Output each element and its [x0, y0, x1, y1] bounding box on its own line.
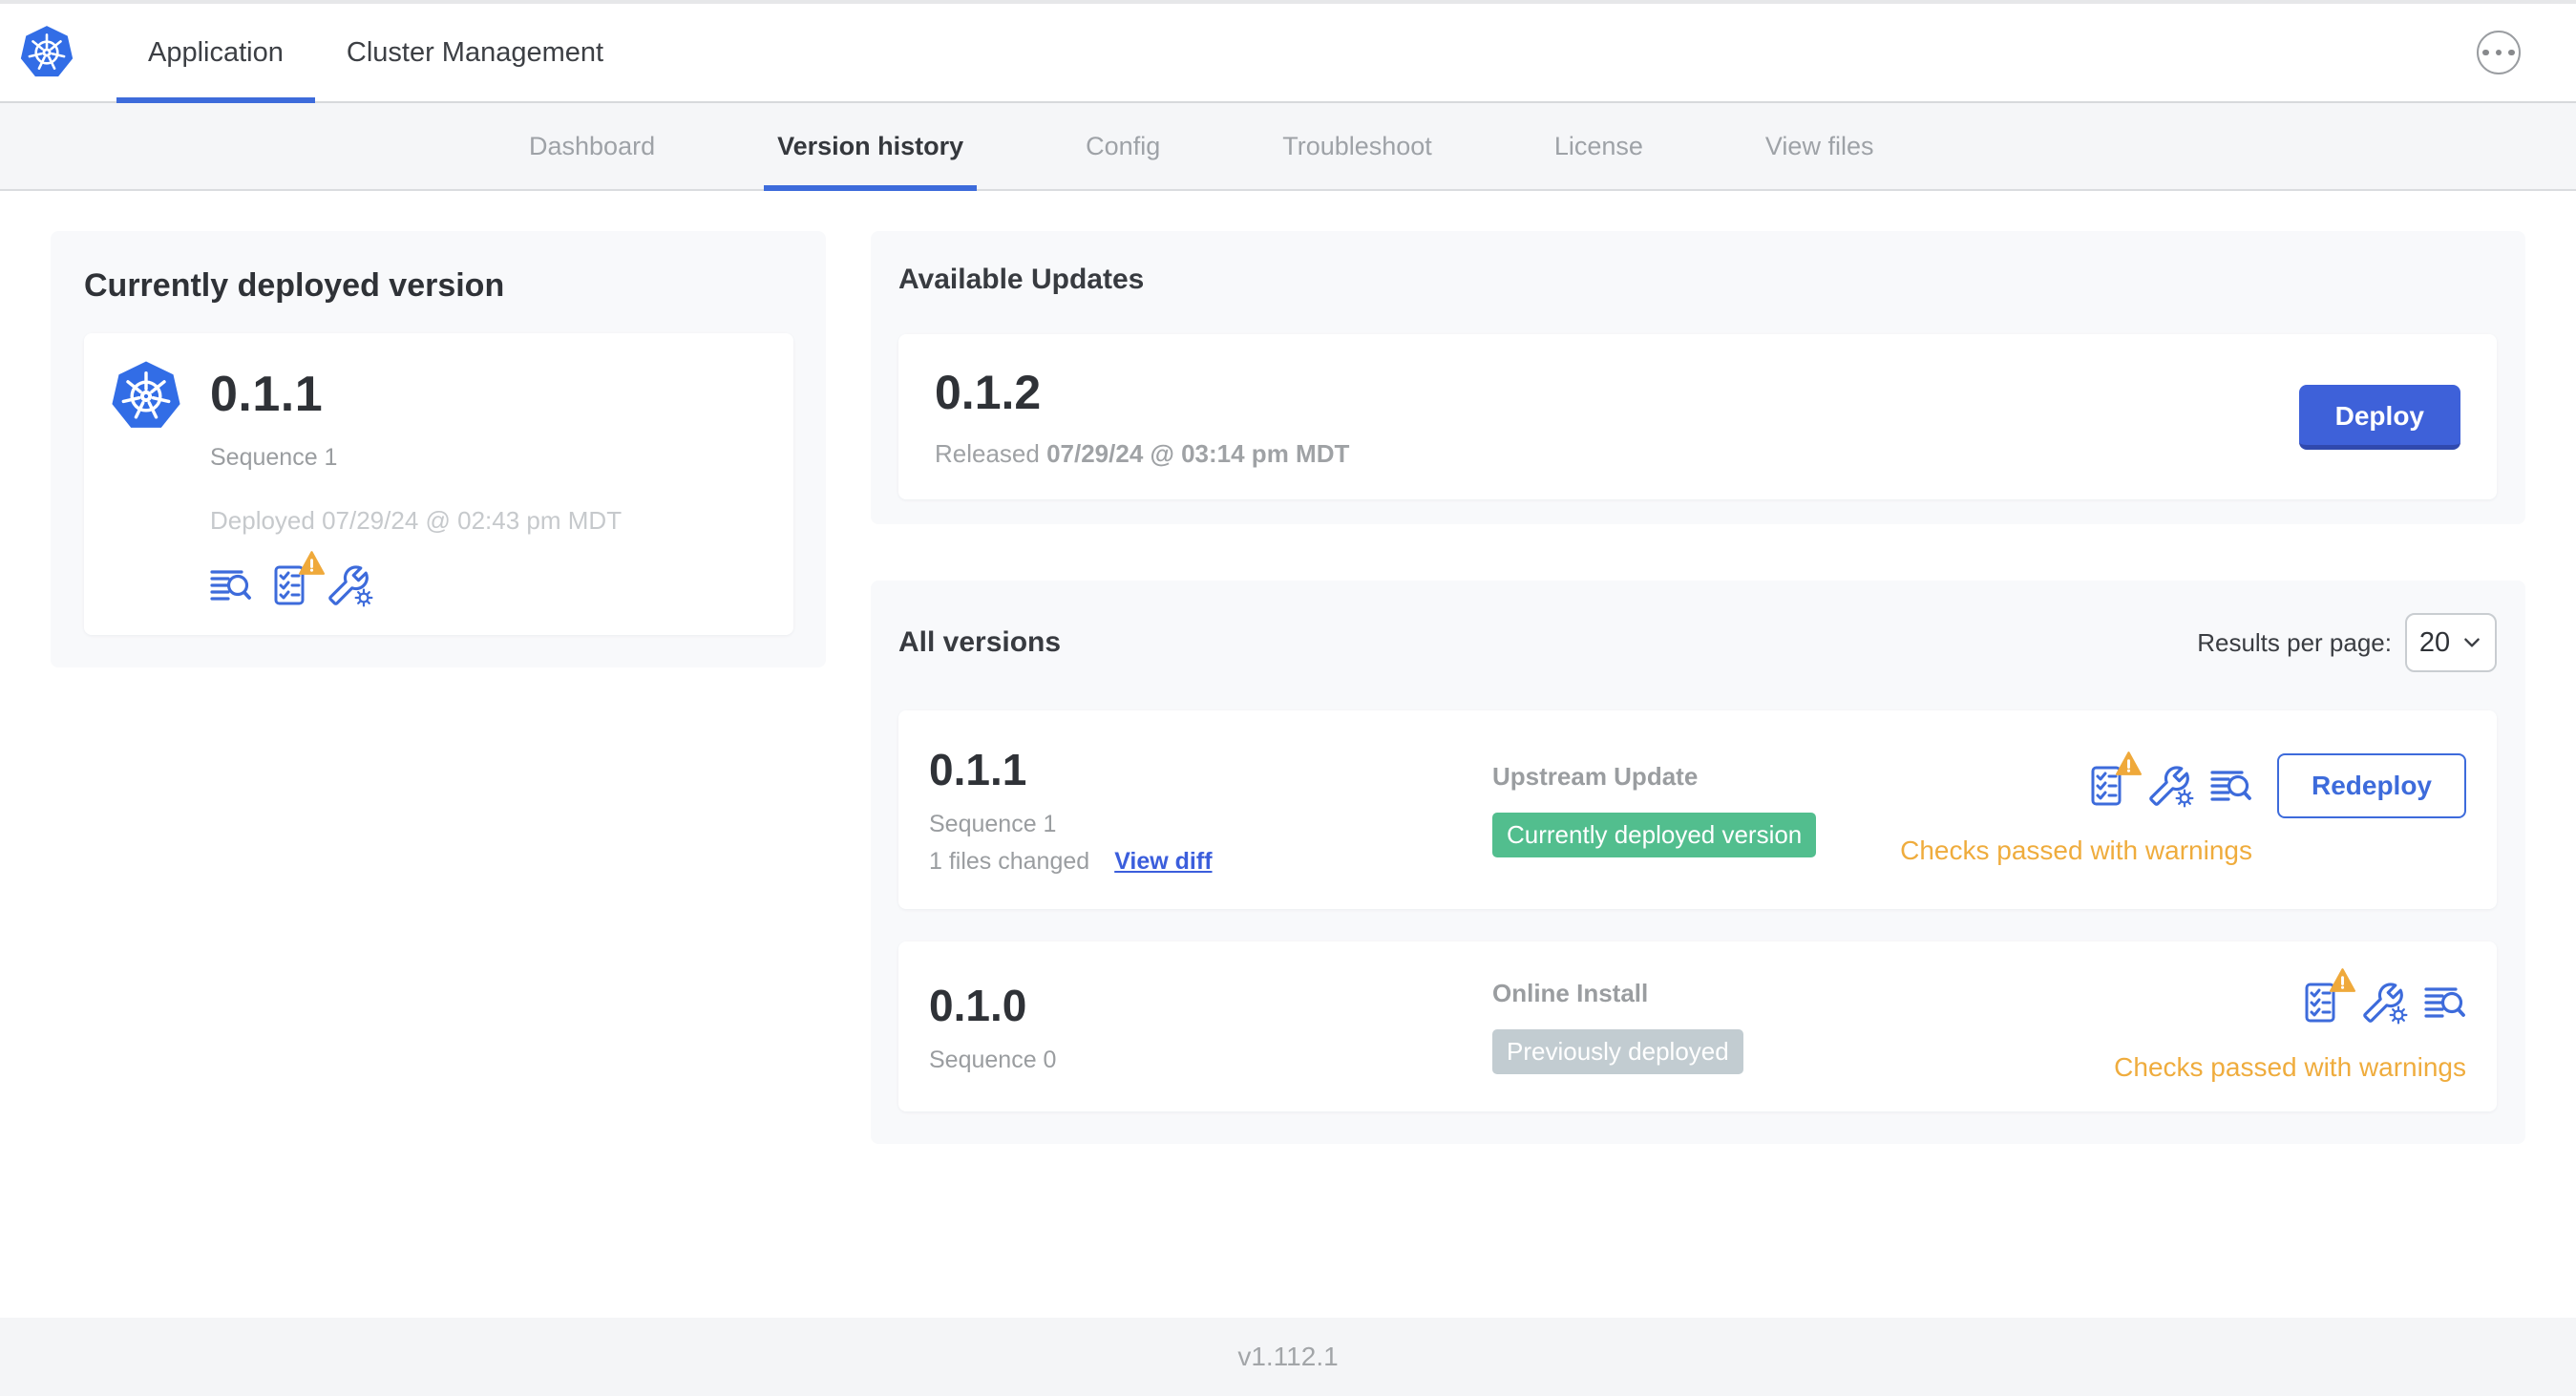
page-footer: v1.112.1	[0, 1318, 2576, 1396]
deployed-version-card: 0.1.1 Sequence 1 Deployed 07/29/24 @ 02:…	[84, 333, 793, 635]
row-version-number: 0.1.1	[929, 745, 1027, 794]
main-content: Currently deployed version 0.1.1 Sequenc…	[0, 191, 2576, 1318]
tab-version-history[interactable]: Version history	[764, 103, 978, 191]
warning-icon	[2330, 968, 2355, 992]
tab-license-label: License	[1553, 131, 1643, 160]
config-icon[interactable]	[2363, 983, 2408, 1025]
gear-icon	[2389, 1005, 2408, 1025]
version-source-label: Upstream Update	[1492, 762, 1699, 791]
preflight-checks-icon[interactable]	[2300, 968, 2355, 1024]
update-released-line: Released 07/29/24 @ 03:14 pm MDT	[935, 439, 2299, 469]
tab-cluster-management[interactable]: Cluster Management	[315, 4, 635, 101]
version-history-page: Application Cluster Management Dashboard…	[0, 0, 2576, 1396]
tab-view-files[interactable]: View files	[1752, 103, 1888, 189]
all-versions-title: All versions	[898, 626, 1062, 658]
app-subnav: Dashboard Version history Config Trouble…	[0, 103, 2576, 191]
console-version: v1.112.1	[1237, 1342, 1339, 1371]
deployed-sequence: Sequence 1	[210, 444, 338, 471]
config-icon[interactable]	[2149, 766, 2194, 808]
logs-icon[interactable]	[210, 564, 252, 606]
tab-config-label: Config	[1086, 131, 1161, 160]
tab-dashboard[interactable]: Dashboard	[516, 103, 668, 189]
tab-application-label: Application	[148, 36, 284, 68]
preflight-status-text[interactable]: Checks passed with warnings	[2114, 1052, 2466, 1083]
more-menu-button[interactable]	[2477, 31, 2521, 74]
deployed-timestamp: Deployed 07/29/24 @ 02:43 pm MDT	[210, 506, 623, 535]
currently-deployed-panel: Currently deployed version 0.1.1 Sequenc…	[51, 231, 826, 667]
logs-icon[interactable]	[2424, 982, 2466, 1024]
preflight-checks-icon[interactable]	[2086, 751, 2142, 807]
all-versions-panel: All versions Results per page: 20 0.1.1 …	[871, 581, 2525, 1144]
ellipsis-icon	[2482, 49, 2515, 56]
warning-icon	[2115, 751, 2142, 775]
results-per-page-value: 20	[2418, 626, 2451, 658]
redeploy-button[interactable]: Redeploy	[2276, 753, 2466, 818]
status-badge-currently-deployed: Currently deployed version	[1492, 813, 1817, 857]
gear-icon	[2175, 789, 2194, 808]
tab-cluster-management-label: Cluster Management	[346, 36, 604, 68]
logs-icon[interactable]	[2210, 765, 2252, 807]
deploy-button[interactable]: Deploy	[2298, 384, 2460, 450]
tab-license[interactable]: License	[1541, 103, 1657, 189]
released-date: 07/29/24 @ 03:14 pm MDT	[1046, 439, 1350, 468]
chevron-down-icon	[2464, 638, 2480, 647]
tab-config[interactable]: Config	[1072, 103, 1173, 189]
version-source-label: Online Install	[1492, 979, 1649, 1007]
preflight-status-text[interactable]: Checks passed with warnings	[1900, 835, 2252, 866]
tab-view-files-label: View files	[1764, 131, 1874, 160]
app-logo[interactable]	[0, 4, 116, 101]
results-per-page-label: Results per page:	[2197, 627, 2392, 657]
kubernetes-logo-icon	[19, 25, 74, 78]
update-version-number: 0.1.2	[935, 366, 1042, 419]
files-changed-label: 1 files changed	[929, 848, 1090, 875]
view-diff-link[interactable]: View diff	[1114, 848, 1212, 876]
kubernetes-app-icon	[110, 360, 182, 430]
tab-troubleshoot-label: Troubleshoot	[1282, 131, 1432, 160]
warning-icon	[299, 551, 325, 575]
currently-deployed-title: Currently deployed version	[84, 267, 505, 304]
available-update-card: 0.1.2 Released 07/29/24 @ 03:14 pm MDT D…	[898, 334, 2497, 499]
results-per-page-select[interactable]: 20	[2405, 613, 2497, 672]
tab-troubleshoot[interactable]: Troubleshoot	[1269, 103, 1446, 189]
status-badge-previously-deployed: Previously deployed	[1492, 1029, 1743, 1074]
available-updates-panel: Available Updates 0.1.2 Released 07/29/2…	[871, 231, 2525, 524]
version-row-0-1-1: 0.1.1 Sequence 1 1 files changed View di…	[898, 710, 2497, 909]
deployed-version-number: 0.1.1	[210, 367, 324, 422]
row-version-number: 0.1.0	[929, 980, 1027, 1030]
tab-application[interactable]: Application	[116, 4, 315, 103]
top-navbar: Application Cluster Management	[0, 0, 2576, 103]
preflight-checks-icon[interactable]	[269, 551, 325, 606]
row-sequence: Sequence 0	[929, 1046, 1057, 1073]
version-row-0-1-0: 0.1.0 Sequence 0 Online Install Previous…	[898, 941, 2497, 1111]
row-sequence: Sequence 1	[929, 811, 1057, 837]
tab-dashboard-label: Dashboard	[529, 131, 656, 160]
available-updates-title: Available Updates	[898, 264, 1145, 295]
released-label: Released	[935, 439, 1047, 468]
gear-icon	[354, 588, 373, 607]
config-icon[interactable]	[328, 565, 373, 607]
tab-version-history-label: Version history	[777, 131, 964, 160]
